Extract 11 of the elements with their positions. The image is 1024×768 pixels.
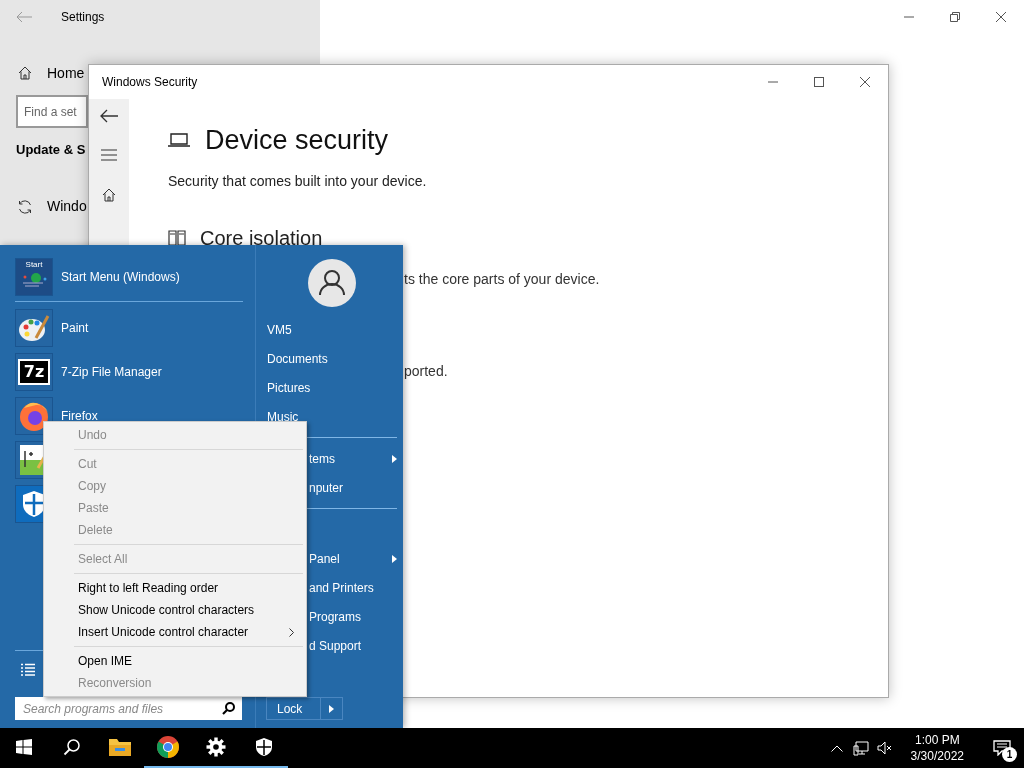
notification-count: 1: [1002, 747, 1017, 762]
archive-app-icon: 7z: [16, 354, 52, 390]
section-heading: Core isolation: [200, 226, 323, 250]
page-heading: Device security: [205, 124, 389, 157]
start-menu-app-icon: Start: [16, 259, 52, 295]
window-title: Settings: [61, 8, 105, 26]
status-text: ported.: [404, 362, 449, 381]
section-heading: Update & S: [16, 141, 86, 159]
section-description: ts the core parts of your device.: [404, 270, 600, 289]
page-subtitle: Security that comes built into your device.: [168, 172, 428, 191]
window-title: Windows Security: [102, 74, 198, 91]
